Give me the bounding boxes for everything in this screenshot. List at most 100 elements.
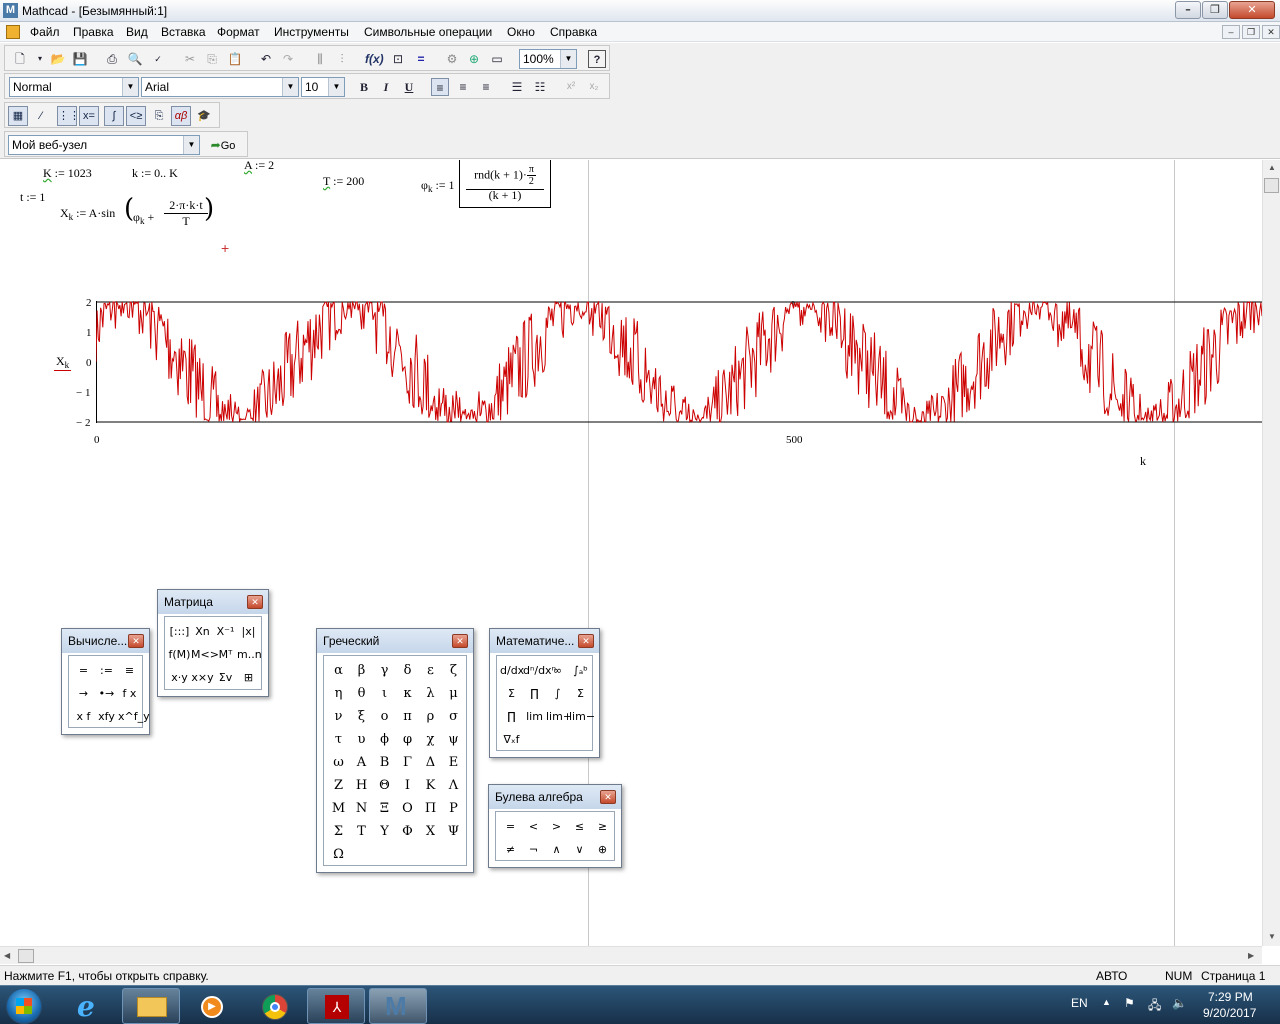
- clock-time[interactable]: 7:29 PM: [1208, 990, 1253, 1004]
- greek-palette-button[interactable]: Π: [419, 797, 442, 820]
- menu-edit[interactable]: Правка: [73, 25, 114, 39]
- def-t[interactable]: t := 1: [20, 190, 45, 205]
- greek-palette-button[interactable]: Η: [350, 774, 373, 797]
- save-icon[interactable]: 💾: [71, 50, 89, 68]
- greek-palette-button[interactable]: υ: [350, 728, 373, 751]
- greek-palette-button[interactable]: Μ: [327, 797, 350, 820]
- greek-palette-button[interactable]: Τ: [350, 820, 373, 843]
- calculus-palette-button[interactable]: dⁿ/dxⁿ: [523, 659, 556, 682]
- font-select[interactable]: Arial ▼: [141, 77, 299, 97]
- greek-palette-button[interactable]: Ε: [442, 751, 465, 774]
- print-preview-icon[interactable]: 🔍: [126, 50, 144, 68]
- matrix-palette-button[interactable]: M<>: [191, 643, 219, 666]
- calculus-palette-button[interactable]: lim: [523, 705, 546, 728]
- taskbar-explorer[interactable]: [122, 988, 180, 1024]
- greek-palette-button[interactable]: β: [350, 659, 373, 682]
- menu-view[interactable]: Вид: [126, 25, 148, 39]
- matrix-palette[interactable]: Матрица ✕ [:::] Xn X⁻¹ |x| f(M) M<> Mᵀ m..n x·y x…: [157, 589, 269, 697]
- insert-region-icon[interactable]: ▭: [488, 50, 506, 68]
- close-icon[interactable]: ✕: [128, 634, 144, 648]
- calc-palette-button[interactable]: :=: [95, 659, 118, 682]
- calculus-palette-button[interactable]: ∫ₐᵇ: [569, 659, 592, 682]
- scroll-down-icon[interactable]: ▼: [1268, 932, 1276, 941]
- boolean-palette-button[interactable]: ∧: [545, 838, 568, 861]
- insert-function-icon[interactable]: f(x): [365, 50, 384, 68]
- calculus-palette-button[interactable]: d/dx: [500, 659, 524, 682]
- greek-palette-title[interactable]: Греческий: [317, 629, 473, 653]
- greek-palette-button[interactable]: π: [396, 705, 419, 728]
- clock-date[interactable]: 9/20/2017: [1203, 1006, 1256, 1020]
- def-T[interactable]: T := 200: [323, 174, 364, 189]
- greek-palette-button[interactable]: ψ: [442, 728, 465, 751]
- boolean-palette-button[interactable]: ∨: [568, 838, 591, 861]
- matrix-palette-button[interactable]: Xn: [191, 620, 214, 643]
- matrix-palette-button[interactable]: x·y: [168, 666, 191, 689]
- calculus-palette-button[interactable]: Σ: [569, 682, 592, 705]
- greek-palette-button[interactable]: Ζ: [327, 774, 350, 797]
- boolean-palette-button[interactable]: ¬: [522, 838, 545, 861]
- maximize-button[interactable]: ❐: [1202, 1, 1228, 19]
- greek-palette-button[interactable]: ι: [373, 682, 396, 705]
- close-button[interactable]: ✕: [1229, 1, 1275, 19]
- greek-palette-button[interactable]: Ω: [327, 843, 350, 866]
- resource-center-icon[interactable]: ⊕: [465, 50, 483, 68]
- greek-palette-button[interactable]: μ: [442, 682, 465, 705]
- help-icon[interactable]: ?: [588, 50, 606, 68]
- symbolic-palette-icon[interactable]: 🎓: [194, 106, 214, 126]
- greek-palette-button[interactable]: Β: [373, 751, 396, 774]
- calc-palette-button[interactable]: xfy: [95, 705, 118, 728]
- horizontal-scrollbar[interactable]: ◀ ▶: [0, 946, 1262, 964]
- document-icon[interactable]: [6, 25, 20, 39]
- greek-palette-button[interactable]: ε: [419, 659, 442, 682]
- greek-palette-button[interactable]: κ: [396, 682, 419, 705]
- boolean-palette-icon[interactable]: <≥: [126, 106, 146, 126]
- redo-icon[interactable]: ↷: [279, 50, 297, 68]
- plot-y-label[interactable]: Xk: [54, 354, 72, 371]
- greek-palette-button[interactable]: Φ: [396, 820, 419, 843]
- def-k-range[interactable]: k := 0.. K: [132, 166, 178, 181]
- greek-palette-button[interactable]: δ: [396, 659, 419, 682]
- calc-palette-button[interactable]: f x: [118, 682, 141, 705]
- menu-symbolics[interactable]: Символьные операции: [364, 25, 492, 39]
- evaluation-palette[interactable]: Вычисле... ✕ =:= ≡ → •→ f xx f xfy x^f_y: [61, 628, 150, 735]
- calc-palette-button[interactable]: =: [72, 659, 95, 682]
- underline-button[interactable]: U: [400, 78, 418, 96]
- boolean-palette-button[interactable]: =: [499, 815, 522, 838]
- boolean-palette-button[interactable]: ⊕: [591, 838, 614, 861]
- action-center-icon[interactable]: ⚑: [1124, 996, 1135, 1010]
- calc-palette-button[interactable]: x f: [72, 705, 95, 728]
- menu-insert[interactable]: Вставка: [161, 25, 206, 39]
- greek-palette-button[interactable]: ν: [327, 705, 350, 728]
- calculate-icon[interactable]: =: [412, 50, 430, 68]
- new-document-icon[interactable]: 🗋: [11, 50, 29, 68]
- bullets-icon[interactable]: ☰: [508, 78, 526, 96]
- new-dropdown-icon[interactable]: ▾: [31, 50, 49, 68]
- matrix-palette-button[interactable]: x×y: [191, 666, 214, 689]
- greek-palette-button[interactable]: Ρ: [442, 797, 465, 820]
- boolean-palette[interactable]: Булева алгебра ✕ = < > ≤ ≥ ≠ ¬ ∧ ∨ ⊕: [488, 784, 622, 868]
- boolean-palette-button[interactable]: ≠: [499, 838, 522, 861]
- def-A[interactable]: A := 2: [244, 160, 274, 173]
- calculus-palette-button[interactable]: ∇ₓf: [500, 728, 523, 751]
- cut-icon[interactable]: ✂: [181, 50, 199, 68]
- menu-help[interactable]: Справка: [550, 25, 597, 39]
- boolean-palette-button[interactable]: >: [545, 815, 568, 838]
- calc-palette-button[interactable]: x^f_y: [118, 705, 150, 728]
- calculus-palette-button[interactable]: lim−: [569, 705, 595, 728]
- align-across-icon[interactable]: ⫼: [311, 50, 329, 68]
- scroll-right-icon[interactable]: ▶: [1248, 951, 1254, 960]
- greek-palette-button[interactable]: Χ: [419, 820, 442, 843]
- bold-button[interactable]: B: [355, 78, 373, 96]
- align-left-icon[interactable]: ≡: [431, 78, 449, 96]
- insert-component-icon[interactable]: ⚙: [443, 50, 461, 68]
- doc-minimize-button[interactable]: –: [1222, 25, 1240, 39]
- undo-icon[interactable]: ↶: [257, 50, 275, 68]
- calc-palette-button[interactable]: →: [72, 682, 95, 705]
- matrix-palette-button[interactable]: Mᵀ: [214, 643, 237, 666]
- greek-palette-button[interactable]: Ι: [396, 774, 419, 797]
- close-icon[interactable]: ✕: [600, 790, 616, 804]
- font-size-select[interactable]: 10 ▼: [301, 77, 345, 97]
- graph-palette-icon[interactable]: ⁄: [31, 106, 51, 126]
- greek-palette-button[interactable]: Ο: [396, 797, 419, 820]
- greek-palette[interactable]: Греческий ✕ αβγδεζ ηθικλμ νξοπρσ τυϕφχψ ωΑΒΓ…: [316, 628, 474, 873]
